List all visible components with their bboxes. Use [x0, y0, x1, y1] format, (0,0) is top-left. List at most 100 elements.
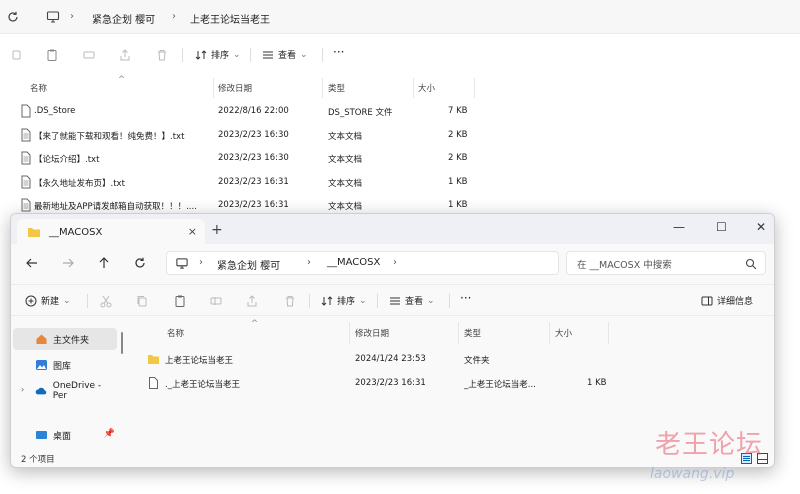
sidebar-item-gallery[interactable]: 图库	[13, 354, 117, 376]
file-row[interactable]: .DS_Store 2022/8/16 22:00 DS_STORE 文件 7 …	[0, 100, 480, 124]
file-date: 2023/2/23 16:31	[218, 200, 289, 210]
column-date[interactable]: 修改日期	[218, 82, 252, 94]
view-button[interactable]: 查看 ⌄	[389, 294, 435, 307]
sort-button[interactable]: 排序 ⌄	[321, 294, 367, 307]
column-divider[interactable]	[322, 78, 323, 98]
copy-icon[interactable]	[135, 294, 149, 308]
background-toolbar: 排序 ⌄ 查看 ⌄ ···	[0, 40, 800, 70]
file-type: 文本文档	[328, 202, 363, 212]
plus-circle-icon	[25, 295, 37, 306]
sidebar-item-label: 图库	[53, 361, 72, 372]
column-divider[interactable]	[549, 322, 550, 344]
column-divider[interactable]	[213, 78, 214, 98]
column-divider[interactable]	[458, 322, 459, 344]
text-file-icon	[21, 175, 31, 188]
text-file-icon	[21, 198, 31, 212]
file-date: 2023/2/23 16:30	[218, 153, 289, 163]
column-date[interactable]: 修改日期	[355, 327, 389, 339]
search-placeholder: 在 __MACOSX 中搜索	[577, 260, 672, 271]
delete-icon[interactable]	[155, 48, 169, 62]
sidebar-item-onedrive[interactable]: › OneDrive - Per	[13, 380, 117, 402]
refresh-icon[interactable]	[133, 256, 147, 270]
search-input[interactable]: 在 __MACOSX 中搜索	[566, 251, 766, 275]
column-type[interactable]: 类型	[464, 327, 481, 339]
file-name: 上老王论坛当老王	[165, 356, 234, 366]
file-name: 最新地址及APP请发邮箱自动获取！！！....	[34, 202, 197, 212]
minimize-button[interactable]: —	[673, 220, 685, 234]
refresh-icon[interactable]	[6, 10, 20, 24]
file-name: 【来了就能下载和观看！纯免费！】.txt	[34, 131, 185, 142]
details-label: 详细信息	[717, 297, 754, 307]
share-icon[interactable]	[118, 48, 132, 62]
column-divider[interactable]	[413, 78, 414, 98]
breadcrumb-item[interactable]: __MACOSX	[327, 257, 380, 268]
file-date: 2023/2/23 16:30	[218, 129, 289, 140]
breadcrumb-item[interactable]: 紧急企划 樱可	[92, 11, 155, 26]
new-tab-button[interactable]: +	[211, 222, 223, 238]
breadcrumb-separator: ›	[393, 257, 397, 268]
sort-label: 排序	[211, 51, 230, 61]
sidebar-item-label: OneDrive - Per	[52, 381, 102, 401]
close-tab-icon[interactable]: ×	[188, 225, 197, 238]
column-type[interactable]: 类型	[328, 82, 345, 94]
file-size: 2 KB	[448, 153, 468, 163]
file-row[interactable]: 【论坛介绍】.txt 2023/2/23 16:30 文本文档 2 KB	[0, 147, 480, 171]
details-pane-icon	[701, 296, 713, 305]
share-icon[interactable]	[245, 294, 259, 308]
file-icon	[21, 104, 31, 118]
tab-macosx[interactable]: __MACOSX ×	[17, 219, 205, 245]
cut-icon[interactable]	[99, 294, 113, 308]
new-button[interactable]: 新建 ⌄	[25, 294, 71, 307]
file-date: 2023/2/23 16:31	[355, 378, 426, 388]
paste-icon[interactable]	[45, 48, 59, 62]
more-options-button[interactable]: ···	[333, 45, 344, 59]
column-header: ^ 名称 修改日期 类型 大小	[139, 319, 609, 344]
sidebar-item-home[interactable]: 主文件夹	[13, 328, 117, 350]
up-arrow-icon[interactable]	[97, 256, 111, 270]
toolbar-divider	[87, 294, 88, 308]
sort-button[interactable]: 排序 ⌄	[195, 48, 241, 61]
paste-icon[interactable]	[173, 294, 187, 308]
toolbar-divider	[182, 48, 183, 62]
file-row[interactable]: 【永久地址发布页】.txt 2023/2/23 16:31 文本文档 1 KB	[0, 171, 480, 195]
cut-icon[interactable]	[10, 48, 24, 62]
breadcrumb-item[interactable]: 紧急企划 樱可	[217, 257, 280, 272]
file-row[interactable]: ._上老王论坛当老王 2023/2/23 16:31 _上老王论坛当老... 1…	[139, 372, 609, 395]
details-pane-button[interactable]: 详细信息	[701, 294, 753, 307]
column-size[interactable]: 大小	[418, 82, 435, 94]
address-bar[interactable]: › 紧急企划 樱可 › __MACOSX ›	[166, 251, 559, 275]
rename-icon[interactable]	[82, 48, 96, 62]
file-row[interactable]: 上老王论坛当老王 2024/1/24 23:53 文件夹	[139, 348, 609, 371]
sidebar-item-desktop[interactable]: 桌面 📌	[13, 424, 117, 446]
chevron-down-icon: ⌄	[63, 295, 71, 306]
item-count: 2 个项目	[21, 455, 55, 465]
column-divider[interactable]	[349, 322, 350, 344]
column-divider[interactable]	[474, 78, 475, 98]
breadcrumb-item[interactable]: 上老王论坛当老王	[190, 11, 270, 26]
forward-arrow-icon[interactable]	[61, 256, 75, 270]
column-divider[interactable]	[608, 322, 609, 344]
column-size[interactable]: 大小	[555, 327, 572, 339]
back-arrow-icon[interactable]	[25, 256, 39, 270]
sort-icon	[321, 295, 333, 306]
close-window-button[interactable]: ✕	[756, 220, 766, 234]
file-name: ._上老王论坛当老王	[165, 380, 240, 390]
pin-icon[interactable]: 📌	[104, 429, 115, 439]
column-name[interactable]: 名称	[30, 82, 47, 94]
column-name[interactable]: 名称	[167, 327, 184, 339]
sidebar-scrollbar[interactable]	[121, 332, 123, 354]
more-options-button[interactable]: ···	[460, 291, 471, 305]
background-address-bar[interactable]: › 紧急企划 樱可 › 上老王论坛当老王	[0, 0, 800, 34]
file-type: DS_STORE 文件	[328, 108, 393, 118]
view-button[interactable]: 查看 ⌄	[262, 48, 308, 61]
rename-icon[interactable]	[209, 294, 223, 308]
gallery-icon	[36, 360, 47, 370]
chevron-right-icon[interactable]: ›	[21, 385, 24, 394]
maximize-button[interactable]: ☐	[716, 220, 727, 234]
sort-ascending-icon: ^	[251, 319, 259, 329]
watermark-subtext: laowang.vip	[650, 466, 735, 482]
file-size: 1 KB	[587, 378, 607, 388]
delete-icon[interactable]	[283, 294, 297, 308]
file-row[interactable]: 【来了就能下载和观看！纯免费！】.txt 2023/2/23 16:30 文本文…	[0, 124, 480, 148]
toolbar-divider	[309, 294, 310, 308]
